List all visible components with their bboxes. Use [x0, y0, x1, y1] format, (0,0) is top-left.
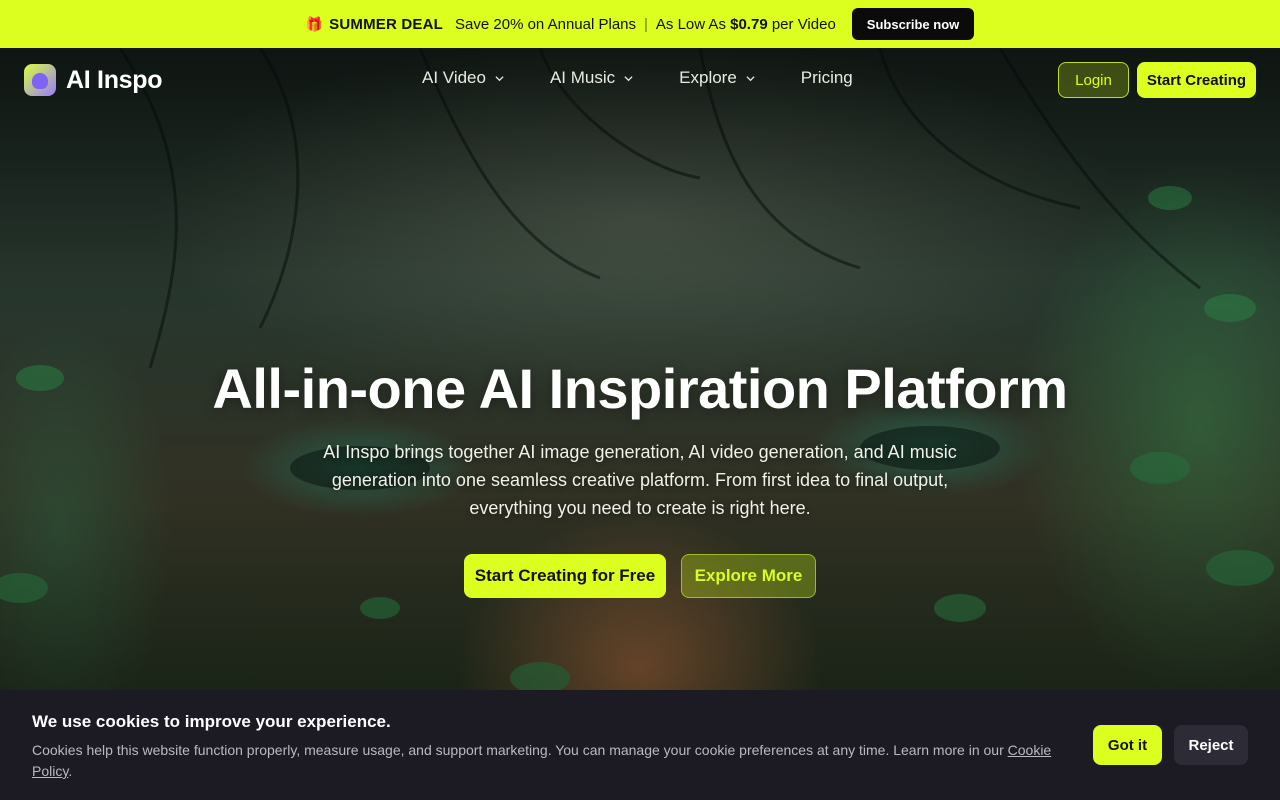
- nav-item-label: Pricing: [800, 68, 853, 87]
- logo-text: AI Inspo: [66, 65, 163, 94]
- chevron-down-icon: [495, 75, 504, 81]
- nav-item-label: Explore: [679, 68, 737, 87]
- explore-more-button[interactable]: Explore More: [681, 554, 816, 598]
- nav-item-pricing[interactable]: Pricing: [801, 68, 853, 88]
- subscribe-button[interactable]: Subscribe now: [851, 8, 975, 40]
- deal-label: SUMMER DEAL: [329, 15, 444, 33]
- chevron-down-icon: [624, 75, 633, 81]
- gift-icon: 🎁: [305, 15, 324, 32]
- cookie-description: Cookies help this website function prope…: [32, 740, 1062, 782]
- hero-description: AI Inspo brings together AI image genera…: [323, 442, 957, 518]
- accept-cookies-button[interactable]: Got it: [1093, 725, 1162, 765]
- cookie-body-text: Cookies help this website function prope…: [32, 742, 1004, 758]
- nav-item-ai-music[interactable]: AI Music: [550, 68, 633, 88]
- chevron-down-icon: [746, 75, 755, 81]
- main-menu: AI Video AI Music Explore Pricing: [422, 68, 899, 88]
- login-button[interactable]: Login: [1058, 62, 1129, 98]
- nav-item-label: AI Music: [549, 68, 616, 87]
- nav-item-ai-video[interactable]: AI Video: [422, 68, 504, 88]
- logo[interactable]: AI Inspo: [24, 64, 163, 96]
- offer-text: Save 20% on Annual Plans: [455, 15, 636, 33]
- reject-cookies-button[interactable]: Reject: [1174, 725, 1248, 765]
- nav-item-explore[interactable]: Explore: [679, 68, 755, 88]
- cookie-banner: We use cookies to improve your experienc…: [0, 690, 1280, 800]
- start-creating-button[interactable]: Start Creating: [1137, 62, 1256, 98]
- price-text: $0.79: [730, 15, 768, 33]
- as-low-as-text: As Low As: [655, 15, 726, 33]
- period: .: [68, 763, 73, 779]
- start-creating-free-button[interactable]: Start Creating for Free: [464, 554, 666, 598]
- nav-item-label: AI Video: [422, 68, 486, 87]
- divider: |: [644, 15, 648, 33]
- hero-title: All-in-one AI Inspiration Platform: [212, 357, 1068, 420]
- logo-icon: [24, 64, 56, 96]
- cookie-title: We use cookies to improve your experienc…: [32, 712, 391, 731]
- promo-bar: 🎁 SUMMER DEAL Save 20% on Annual Plans |…: [0, 0, 1280, 48]
- per-unit-text: per Video: [771, 15, 836, 33]
